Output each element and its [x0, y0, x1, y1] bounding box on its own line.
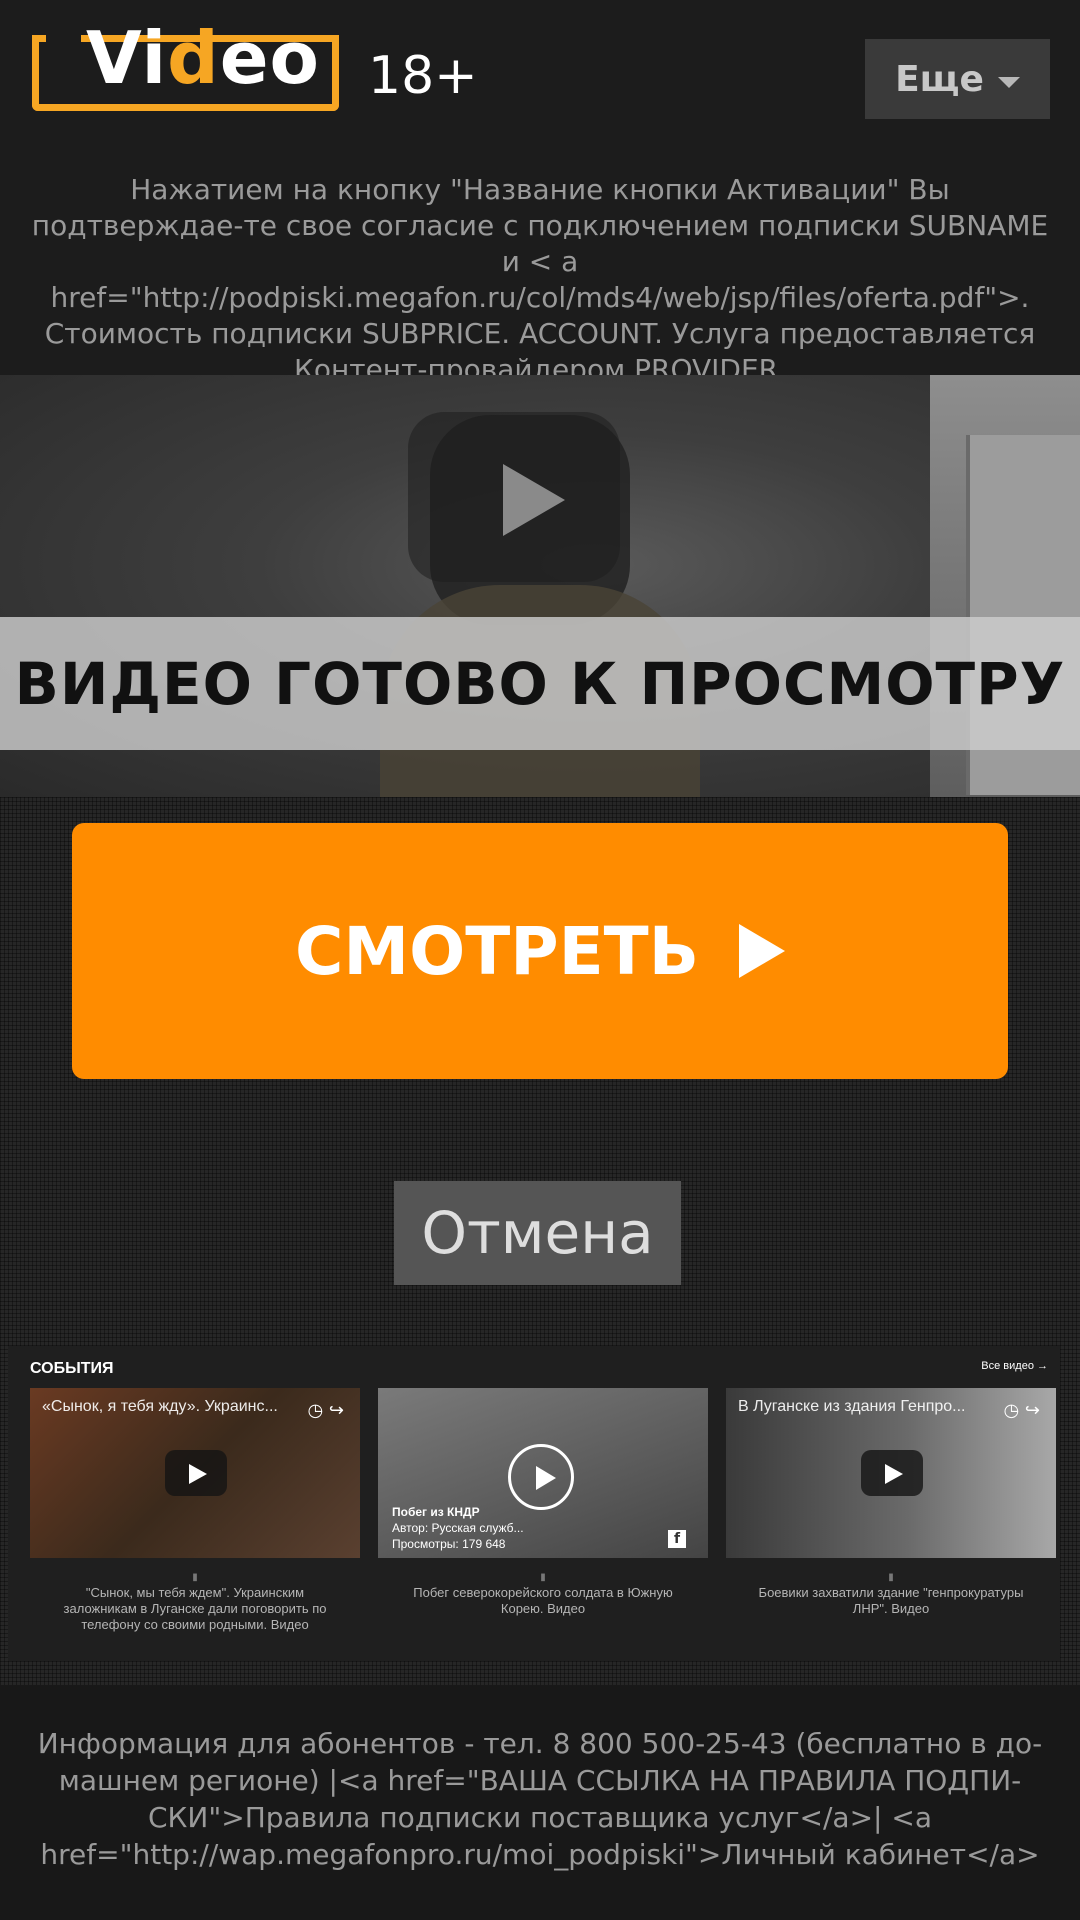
logo-suffix: eo — [219, 16, 320, 100]
all-videos-link[interactable]: Все видео → — [981, 1360, 1048, 1372]
play-icon[interactable] — [861, 1450, 923, 1496]
logo-highlight: d — [167, 16, 220, 100]
video-camera-icon: ▮ — [540, 1572, 546, 1583]
event-caption[interactable]: Побег северокорейского солдата в Южную К… — [378, 1583, 708, 1617]
thumbnail-overlay: Побег из КНДР Автор: Русская служб... Пр… — [392, 1504, 524, 1552]
subscription-disclaimer: Нажатием на кнопку "Название кнопки Акти… — [31, 173, 1049, 386]
thumbnail-title: В Луганске из здания Генпро... — [738, 1398, 966, 1415]
events-title: СОБЫТИЯ — [30, 1360, 114, 1377]
event-caption[interactable]: Боевики захватили здание "генпрокуратуры… — [726, 1583, 1056, 1617]
overlay-author: Автор: Русская служб... — [392, 1521, 524, 1535]
event-caption[interactable]: "Сынок, мы тебя ждем". Украинским заложн… — [30, 1583, 360, 1633]
ready-banner: ВИДЕО ГОТОВО К ПРОСМОТРУ — [0, 617, 1080, 750]
logo-text: Video — [86, 22, 320, 94]
clock-share-icon[interactable]: ◷ ↪ — [1003, 1400, 1040, 1421]
play-icon[interactable] — [508, 1444, 574, 1510]
age-rating-badge: 18+ — [368, 46, 478, 106]
video-camera-icon: ▮ — [888, 1572, 894, 1583]
watch-button[interactable]: СМОТРЕТЬ — [72, 823, 1008, 1079]
event-thumbnail[interactable]: В Луганске из здания Генпро... ◷ ↪ — [726, 1388, 1056, 1558]
clock-share-icon[interactable]: ◷ ↪ — [307, 1400, 344, 1421]
footer: Информация для абонентов - тел. 8 800 50… — [0, 1685, 1080, 1920]
logo-prefix: Vi — [86, 16, 168, 100]
video-play-icon[interactable] — [408, 412, 620, 582]
footer-info: Информация для абонентов - тел. 8 800 50… — [37, 1727, 1043, 1871]
event-thumbnail[interactable]: «Сынок, я тебя жду». Украинс... ◷ ↪ — [30, 1388, 360, 1558]
event-card[interactable]: В Луганске из здания Генпро... ◷ ↪ ▮ Бое… — [726, 1388, 1056, 1617]
watch-button-label: СМОТРЕТЬ — [294, 912, 700, 990]
thumbnail-title: «Сынок, я тебя жду». Украинс... — [42, 1398, 278, 1415]
event-card[interactable]: «Сынок, я тебя жду». Украинс... ◷ ↪ ▮ "С… — [30, 1388, 360, 1633]
event-card[interactable]: Побег из КНДР Автор: Русская служб... Пр… — [378, 1388, 708, 1617]
ready-text: ВИДЕО ГОТОВО К ПРОСМОТРУ — [14, 649, 1066, 718]
event-thumbnail[interactable]: Побег из КНДР Автор: Русская служб... Пр… — [378, 1388, 708, 1558]
overlay-views: Просмотры: 179 648 — [392, 1537, 506, 1551]
chevron-down-icon — [997, 76, 1020, 88]
overlay-title: Побег из КНДР — [392, 1505, 480, 1519]
more-menu-button[interactable]: Еще — [865, 39, 1050, 119]
more-menu-label: Еще — [895, 58, 984, 100]
cancel-button[interactable]: Отмена — [394, 1181, 681, 1285]
events-block: СОБЫТИЯ Все видео → «Сынок, я тебя жду».… — [8, 1346, 1060, 1661]
play-icon[interactable] — [165, 1450, 227, 1496]
play-icon — [739, 924, 786, 978]
facebook-icon[interactable]: f — [668, 1530, 686, 1548]
video-camera-icon: ▮ — [192, 1572, 198, 1583]
